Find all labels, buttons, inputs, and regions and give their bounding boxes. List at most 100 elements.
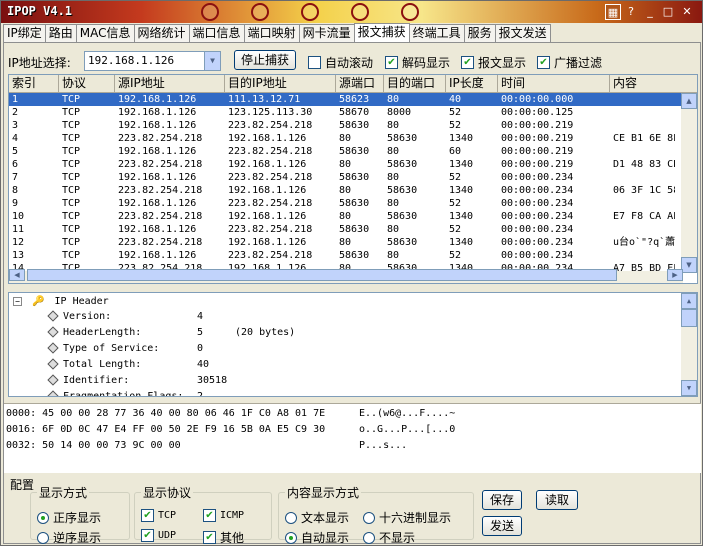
tree-field[interactable]: Identifier: (47, 374, 129, 386)
help-icon[interactable]: ? (623, 4, 639, 20)
scroll-left-icon[interactable]: ◀ (9, 269, 25, 281)
ascii-line: o..G...P...[...0 (359, 424, 456, 435)
maximize-icon[interactable]: □ (660, 4, 676, 20)
tree-field[interactable]: Total Length: (47, 358, 141, 370)
check-icon[interactable]: ✔ (141, 509, 154, 522)
table-row[interactable]: 8 TCP 223.82.254.218 192.168.1.126 80 58630 13… (9, 184, 683, 197)
tree-field[interactable]: HeaderLength: (47, 326, 142, 338)
col-ip-length[interactable]: IP长度 (446, 75, 498, 93)
app-menu-icon[interactable]: ▦ (605, 4, 621, 20)
tab-route[interactable]: 路由 (44, 24, 77, 42)
tree-scrollbar[interactable]: ▲ ▼ (681, 293, 697, 396)
check-icon[interactable]: ✔ (385, 56, 398, 69)
save-button[interactable]: 保存 (482, 490, 522, 510)
col-dst-port[interactable]: 目的端口 (384, 75, 446, 93)
text-display-radio[interactable]: 文本显示 (285, 509, 349, 526)
auto-display-radio[interactable]: 自动显示 (285, 529, 349, 546)
scroll-thumb[interactable] (681, 309, 697, 327)
table-row[interactable]: 5 TCP 192.168.1.126 223.82.254.218 58630 80 60… (9, 145, 683, 158)
table-scrollbar[interactable]: ▲ ▼ (681, 93, 697, 273)
col-protocol[interactable]: 协议 (59, 75, 115, 93)
chevron-down-icon[interactable]: ▼ (204, 52, 220, 70)
tcp-checkbox[interactable]: ✔ TCP (141, 509, 176, 522)
radio-icon[interactable] (37, 531, 49, 544)
col-content[interactable]: 内容 (610, 75, 697, 93)
table-row[interactable]: 6 TCP 223.82.254.218 192.168.1.126 80 58630 13… (9, 158, 683, 171)
radio-icon[interactable] (363, 531, 375, 544)
minimize-icon[interactable]: _ (642, 4, 658, 20)
packet-detail-tree[interactable]: − 🔑 IP Header Version: 4 HeaderLength: 5 (20… (8, 292, 698, 397)
tab-terminal-tools[interactable]: 终端工具 (408, 24, 465, 42)
col-src-port[interactable]: 源端口 (336, 75, 384, 93)
scroll-down-icon[interactable]: ▼ (681, 380, 697, 396)
scroll-up-icon[interactable]: ▲ (681, 93, 697, 109)
radio-selected-icon[interactable] (285, 531, 297, 544)
tab-ip-bind[interactable]: IP绑定 (3, 24, 46, 42)
tree-field[interactable]: Type of Service: (47, 342, 159, 354)
udp-checkbox[interactable]: ✔ UDP (141, 529, 176, 542)
table-row[interactable]: 10 TCP 223.82.254.218 192.168.1.126 80 58630 1… (9, 210, 683, 223)
scroll-down-icon[interactable]: ▼ (681, 257, 697, 273)
table-row[interactable]: 11 TCP 192.168.1.126 223.82.254.218 58630 80 5… (9, 223, 683, 236)
tab-port-info[interactable]: 端口信息 (188, 24, 245, 42)
tab-services[interactable]: 服务 (463, 24, 496, 42)
close-icon[interactable]: ✕ (679, 4, 695, 20)
table-cell: TCP (62, 94, 81, 105)
table-row[interactable]: 12 TCP 223.82.254.218 192.168.1.126 80 58630 1… (9, 236, 683, 249)
col-time[interactable]: 时间 (498, 75, 610, 93)
table-cell: 223.82.254.218 (228, 172, 313, 183)
ornament-icon (251, 3, 269, 21)
tab-packet-send[interactable]: 报文发送 (494, 24, 551, 42)
tree-field[interactable]: Fragmentation Flags: (47, 390, 183, 396)
table-cell: 4 (12, 133, 19, 144)
table-row[interactable]: 13 TCP 192.168.1.126 223.82.254.218 58630 80 5… (9, 249, 683, 262)
check-icon[interactable]: ✔ (461, 56, 474, 69)
send-button[interactable]: 发送 (482, 516, 522, 536)
check-icon[interactable]: ✔ (203, 509, 216, 522)
tab-nic-traffic[interactable]: 网卡流量 (298, 24, 355, 42)
scroll-thumb[interactable] (27, 269, 617, 281)
packet-show-checkbox[interactable]: ✔ 报文显示 (461, 54, 526, 71)
other-checkbox[interactable]: ✔ 其他 (203, 529, 244, 546)
tree-field[interactable]: Version: (47, 310, 111, 322)
stop-capture-button[interactable]: 停止捕获 (234, 50, 296, 70)
hex-display-radio[interactable]: 十六进制显示 (363, 509, 451, 526)
forward-order-radio[interactable]: 正序显示 (37, 509, 101, 526)
packet-table[interactable]: 索引 协议 源IP地址 目的IP地址 源端口 目的端口 IP长度 时间 内容 1… (8, 74, 698, 284)
broadcast-filter-checkbox[interactable]: ✔ 广播过滤 (537, 54, 602, 71)
tab-packet-capture[interactable]: 报文捕获 (353, 23, 410, 42)
tree-field-label: HeaderLength: (63, 327, 142, 338)
table-row[interactable]: 3 TCP 192.168.1.126 223.82.254.218 58630 80 52… (9, 119, 683, 132)
col-dst-ip[interactable]: 目的IP地址 (225, 75, 336, 93)
table-row[interactable]: 1 TCP 192.168.1.126 111.13.12.71 58623 80 40 00… (9, 93, 683, 106)
decode-show-checkbox[interactable]: ✔ 解码显示 (385, 54, 450, 71)
ip-select[interactable]: 192.168.1.126 ▼ (84, 51, 221, 71)
scroll-up-icon[interactable]: ▲ (681, 293, 697, 309)
radio-selected-icon[interactable] (37, 511, 49, 524)
no-display-radio[interactable]: 不显示 (363, 529, 415, 546)
check-icon[interactable]: ✔ (537, 56, 550, 69)
tree-root[interactable]: − 🔑 IP Header (13, 296, 109, 307)
table-cell: 00:00:00.000 (501, 94, 574, 105)
col-src-ip[interactable]: 源IP地址 (115, 75, 225, 93)
tab-mac-info[interactable]: MAC信息 (75, 24, 135, 42)
table-hscrollbar[interactable]: ◀ ▶ (9, 269, 683, 283)
radio-icon[interactable] (363, 511, 375, 524)
scroll-right-icon[interactable]: ▶ (667, 269, 683, 281)
auto-scroll-checkbox[interactable]: 自动滚动 (308, 54, 373, 71)
tab-net-stats[interactable]: 网络统计 (133, 24, 190, 42)
table-row[interactable]: 7 TCP 192.168.1.126 223.82.254.218 58630 80 52… (9, 171, 683, 184)
col-index[interactable]: 索引 (9, 75, 59, 93)
tab-port-map[interactable]: 端口映射 (243, 24, 300, 42)
collapse-icon[interactable]: − (13, 297, 22, 306)
reverse-order-radio[interactable]: 逆序显示 (37, 529, 101, 546)
table-row[interactable]: 4 TCP 223.82.254.218 192.168.1.126 80 58630 13… (9, 132, 683, 145)
table-row[interactable]: 9 TCP 192.168.1.126 223.82.254.218 58630 80 52… (9, 197, 683, 210)
table-row[interactable]: 2 TCP 192.168.1.126 123.125.113.30 58670 8000… (9, 106, 683, 119)
checkbox-box[interactable] (308, 56, 321, 69)
radio-icon[interactable] (285, 511, 297, 524)
check-icon[interactable]: ✔ (203, 531, 216, 544)
check-icon[interactable]: ✔ (141, 529, 154, 542)
icmp-checkbox[interactable]: ✔ ICMP (203, 509, 244, 522)
read-button[interactable]: 读取 (536, 490, 578, 510)
